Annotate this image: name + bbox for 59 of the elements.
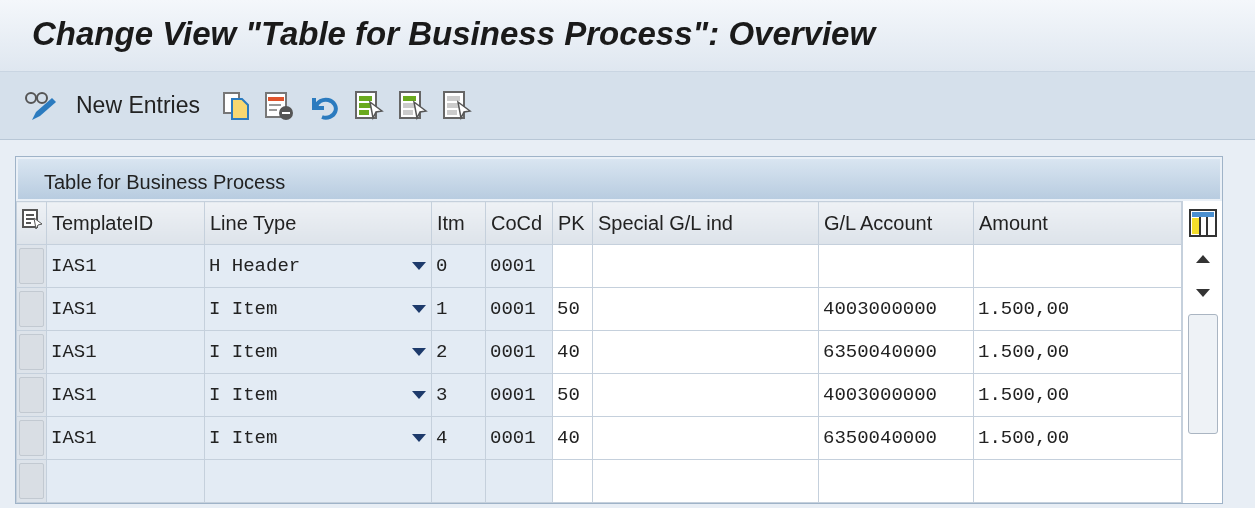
dropdown-field[interactable]: I Item bbox=[204, 330, 432, 374]
dropdown-arrow-icon bbox=[411, 433, 427, 443]
dropdown-arrow-icon bbox=[411, 347, 427, 357]
table-cell: 4 bbox=[431, 416, 486, 460]
input-field[interactable]: 1.500,00 bbox=[973, 330, 1182, 374]
table-cell: IAS1 bbox=[46, 287, 205, 331]
scroll-down-icon[interactable] bbox=[1194, 288, 1211, 298]
dropdown-field[interactable]: I Item bbox=[204, 416, 432, 460]
input-field[interactable]: 50 bbox=[552, 287, 593, 331]
table-cell: 0001 bbox=[485, 416, 553, 460]
table-cell: 2 bbox=[431, 330, 486, 374]
input-field[interactable]: 6350040000 bbox=[818, 330, 974, 374]
glasses-pencil-icon[interactable] bbox=[24, 89, 58, 122]
column-header[interactable]: Special G/L ind bbox=[592, 201, 819, 245]
column-header[interactable]: Itm bbox=[431, 201, 486, 245]
dropdown-field[interactable]: I Item bbox=[204, 287, 432, 331]
table-cell: IAS1 bbox=[46, 244, 205, 288]
input-field[interactable]: 4003000000 bbox=[818, 287, 974, 331]
dropdown-field[interactable]: I Item bbox=[204, 373, 432, 417]
window-title: Change View "Table for Business Process": Overview bbox=[32, 14, 878, 54]
input-field[interactable]: 50 bbox=[552, 373, 593, 417]
table-cell: 0001 bbox=[485, 330, 553, 374]
table-cell: 0001 bbox=[485, 244, 553, 288]
input-field[interactable]: 6350040000 bbox=[818, 416, 974, 460]
delete-row-icon[interactable] bbox=[264, 90, 294, 121]
column-header[interactable]: Amount bbox=[973, 201, 1182, 245]
table-cell: IAS1 bbox=[46, 373, 205, 417]
table-cell: 3 bbox=[431, 373, 486, 417]
dropdown-arrow-icon bbox=[411, 304, 427, 314]
copy-icon[interactable] bbox=[222, 90, 250, 121]
select-icon[interactable] bbox=[354, 89, 384, 122]
select-layout-icon[interactable] bbox=[20, 208, 43, 230]
column-header[interactable]: CoCd bbox=[485, 201, 553, 245]
input-field[interactable]: 40 bbox=[552, 330, 593, 374]
column-header[interactable]: PK bbox=[552, 201, 593, 245]
column-header[interactable]: G/L Account bbox=[818, 201, 974, 245]
input-field[interactable]: 1.500,00 bbox=[973, 416, 1182, 460]
table-cell: IAS1 bbox=[46, 330, 205, 374]
select-icon[interactable] bbox=[442, 89, 472, 122]
input-field[interactable]: 40 bbox=[552, 416, 593, 460]
dropdown-field[interactable]: H Header bbox=[204, 244, 432, 288]
table-cell: 0001 bbox=[485, 373, 553, 417]
column-settings-icon[interactable] bbox=[1187, 208, 1218, 238]
table-cell: 1 bbox=[431, 287, 486, 331]
dropdown-arrow-icon bbox=[411, 261, 427, 271]
column-header[interactable]: TemplateID bbox=[46, 201, 205, 245]
table-cell: IAS1 bbox=[46, 416, 205, 460]
table-cell: 0001 bbox=[485, 287, 553, 331]
new-entries-button[interactable]: New Entries bbox=[72, 88, 204, 123]
select-icon[interactable] bbox=[398, 89, 428, 122]
input-field[interactable]: 4003000000 bbox=[818, 373, 974, 417]
dropdown-arrow-icon bbox=[411, 390, 427, 400]
scroll-up-icon[interactable] bbox=[1194, 254, 1211, 264]
table-title: Table for Business Process bbox=[16, 157, 1222, 201]
input-field[interactable]: 1.500,00 bbox=[973, 287, 1182, 331]
input-field[interactable]: 1.500,00 bbox=[973, 373, 1182, 417]
column-header[interactable]: Line Type bbox=[204, 201, 432, 245]
table-cell: 0 bbox=[431, 244, 486, 288]
scroll-thumb[interactable] bbox=[1187, 314, 1218, 434]
